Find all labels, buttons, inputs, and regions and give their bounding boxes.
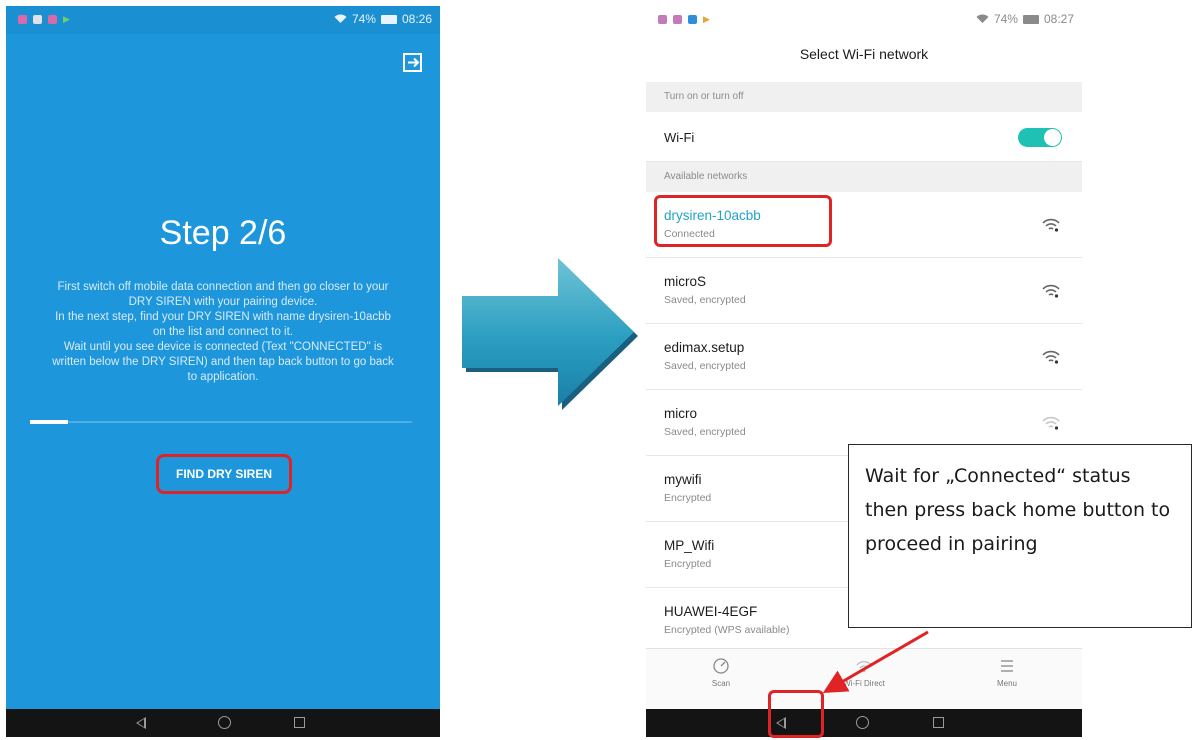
action-label: Menu — [996, 679, 1017, 688]
wifi-signal-icon — [1042, 350, 1060, 364]
status-bar: ▶ 74% 08:26 — [6, 6, 440, 34]
network-name: HUAWEI-4EGF — [664, 604, 758, 619]
callout-text: Wait for „Connected“ status then press b… — [865, 465, 1171, 555]
section-header: Available networks — [646, 162, 1082, 192]
home-icon[interactable] — [218, 716, 231, 729]
wifi-signal-icon — [1042, 284, 1060, 298]
recent-apps-icon[interactable] — [294, 717, 305, 728]
description-line: In the next step, find your DRY SIREN wi… — [55, 311, 391, 323]
wifi-label: Wi-Fi — [664, 130, 695, 145]
wifi-direct-button[interactable]: Wi-Fi Direct — [819, 657, 909, 688]
status-time: 08:27 — [1043, 12, 1074, 26]
navigation-bar — [6, 709, 440, 737]
find-dry-siren-button[interactable]: FIND DRY SIREN — [156, 454, 292, 494]
action-label: Wi-Fi Direct — [843, 679, 885, 688]
description-line: on the list and connect to it. — [152, 326, 293, 338]
action-label: Scan — [711, 679, 731, 688]
app-notification-icon — [33, 15, 42, 24]
network-status: Saved, encrypted — [664, 360, 746, 372]
app-notification-icon — [673, 15, 682, 24]
wifi-signal-icon — [1042, 218, 1060, 232]
battery-icon — [1022, 14, 1039, 24]
app-notification-icon — [688, 15, 697, 24]
app-notification-icon — [658, 15, 667, 24]
wifi-signal-weak-icon — [1042, 416, 1060, 430]
network-name: MP_Wifi — [664, 538, 715, 553]
wifi-direct-icon — [856, 661, 872, 673]
scan-button[interactable]: Scan — [676, 657, 766, 688]
play-store-icon: ▶ — [703, 14, 710, 24]
app-notification-icon — [48, 15, 57, 24]
play-store-icon: ▶ — [63, 14, 70, 24]
home-icon[interactable] — [856, 716, 869, 729]
page-title: Select Wi-Fi network — [799, 46, 929, 62]
recent-apps-icon[interactable] — [933, 717, 944, 728]
back-icon[interactable] — [136, 717, 146, 729]
battery-percent: 74% — [993, 12, 1018, 26]
step-title: Step 2/6 — [159, 214, 287, 252]
network-name: micro — [664, 406, 697, 421]
step-description: First switch off mobile data connection … — [20, 280, 426, 385]
wifi-toggle-switch[interactable] — [1018, 128, 1062, 147]
description-line: written below the DRY SIREN) and then ta… — [52, 356, 394, 368]
network-name: microS — [664, 274, 707, 289]
notification-icons: ▶ — [18, 15, 70, 24]
description-line: First switch off mobile data connection … — [57, 281, 389, 293]
network-name: mywifi — [664, 472, 702, 487]
network-status: Encrypted — [664, 492, 712, 504]
navigation-bar — [646, 709, 1082, 737]
connected-highlight-box — [654, 195, 832, 247]
wifi-status-icon — [334, 14, 347, 23]
app-notification-icon — [18, 15, 27, 24]
network-item[interactable]: microS Saved, encrypted — [646, 258, 1082, 324]
instruction-callout: Wait for „Connected“ status then press b… — [848, 444, 1192, 628]
network-status: Saved, encrypted — [664, 426, 746, 438]
network-status: Encrypted — [664, 558, 712, 570]
status-right: 74% 08:27 — [976, 12, 1074, 26]
menu-icon — [1001, 660, 1013, 672]
network-item[interactable]: edimax.setup Saved, encrypted — [646, 324, 1082, 390]
status-time: 08:26 — [401, 12, 432, 26]
battery-percent: 74% — [351, 12, 376, 26]
description-line: Wait until you see device is connected (… — [63, 341, 383, 353]
description-line: DRY SIREN with your pairing device. — [128, 296, 318, 308]
back-button-highlight-box — [768, 690, 824, 738]
network-status: Encrypted (WPS available) — [664, 624, 790, 636]
network-status: Saved, encrypted — [664, 294, 746, 306]
right-arrow-graphic — [462, 258, 638, 410]
wifi-toggle-row[interactable]: Wi-Fi — [646, 112, 1082, 162]
status-bar: ▶ 74% 08:27 — [646, 6, 1082, 34]
left-phone-screen: ▶ 74% 08:26 Step 2/6 First switch off mo… — [6, 6, 440, 737]
section-header: Turn on or turn off — [646, 82, 1082, 112]
status-right: 74% 08:26 — [334, 12, 432, 26]
progress-bar — [30, 420, 412, 424]
exit-to-app-icon[interactable] — [402, 52, 424, 74]
wifi-status-icon — [976, 14, 989, 23]
progress-fill — [30, 420, 69, 424]
description-line: to application. — [187, 371, 259, 383]
scan-icon — [713, 658, 729, 674]
network-name: edimax.setup — [664, 340, 745, 355]
bottom-action-bar: Scan Wi-Fi Direct Menu — [646, 648, 1082, 709]
battery-icon — [380, 14, 397, 24]
menu-button[interactable]: Menu — [962, 657, 1052, 688]
notification-icons: ▶ — [658, 15, 710, 24]
